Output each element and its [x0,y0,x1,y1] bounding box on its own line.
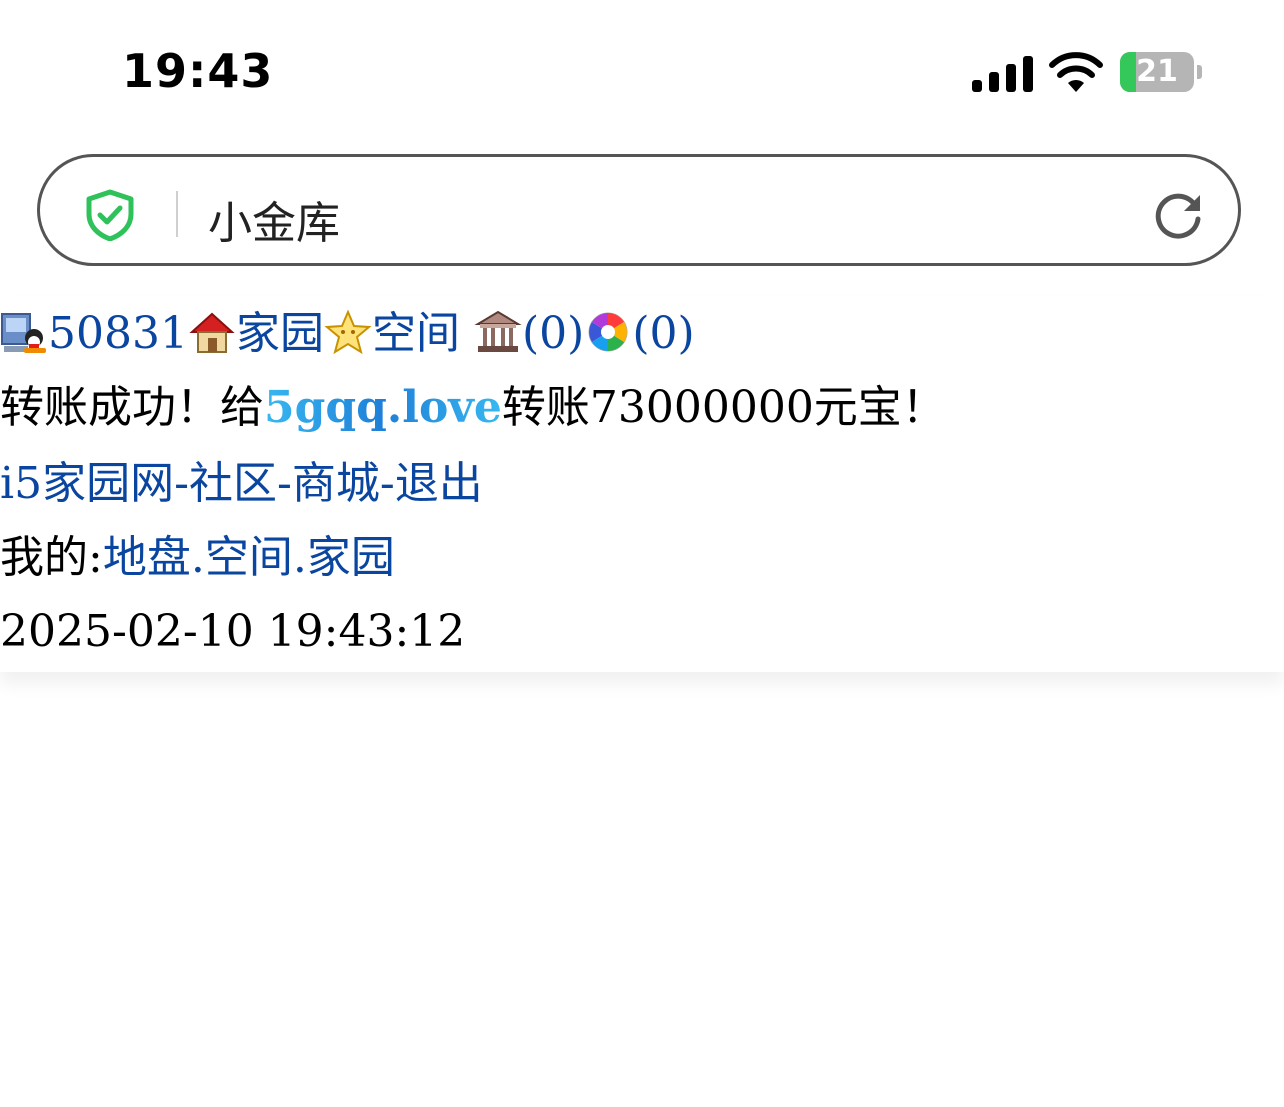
battery-percent: 21 [1136,54,1178,89]
my-territory-link[interactable]: 地盘 [103,532,191,583]
star-icon[interactable] [324,308,372,356]
link-separator: - [276,458,292,509]
timestamp: 2025-02-10 19:43:12 [0,606,466,657]
status-bar: 19:43 21 [0,0,1284,140]
my-space-link[interactable]: 空间 [205,532,293,583]
recipient-link[interactable]: 5gqq.love [264,382,502,433]
cellular-signal-icon [972,56,1033,92]
site-home-link[interactable]: i5家园网 [0,458,174,509]
wifi-icon [1049,52,1103,92]
mall-link[interactable]: 商城 [292,458,380,509]
address-divider [176,191,178,237]
link-separator: - [379,458,395,509]
battery-tip [1197,65,1202,79]
message-suffix: 转账73000000元宝！ [501,382,946,433]
user-computer-icon[interactable] [0,308,48,356]
reload-icon[interactable] [1150,187,1206,243]
battery-indicator: 21 [1120,52,1194,92]
logout-link[interactable]: 退出 [395,458,483,509]
user-id-link[interactable]: 50831 [48,308,188,359]
page-content: 50831 家园 空间 (0) (0) 转账成功！给5gqq.love转账730… [0,296,1284,672]
bank-count-link[interactable]: (0) [522,308,584,359]
my-label: 我的: [0,532,103,583]
album-count-link[interactable]: (0) [632,308,694,359]
shield-check-icon [86,189,134,241]
bank-icon[interactable] [474,308,522,356]
my-home-link[interactable]: 家园 [307,532,395,583]
space-link[interactable]: 空间 [372,308,460,359]
link-separator: . [292,532,307,583]
status-time: 19:43 [122,44,274,98]
community-link[interactable]: 社区 [189,458,277,509]
transfer-message: 转账成功！给5gqq.love转账73000000元宝！ [0,378,946,438]
nav-row: 50831 家园 空间 (0) (0) [0,304,695,364]
site-links: i5家园网-社区-商城-退出 [0,454,483,514]
house-icon[interactable] [188,308,236,356]
page-title: 小金库 [208,198,340,249]
link-separator: - [174,458,189,509]
pinwheel-icon[interactable] [584,308,632,356]
message-prefix: 转账成功！给 [0,382,264,433]
my-links: 我的:地盘.空间.家园 [0,528,395,588]
address-bar[interactable]: 小金库 [37,154,1241,266]
link-separator: . [190,532,205,583]
home-link[interactable]: 家园 [236,308,324,359]
